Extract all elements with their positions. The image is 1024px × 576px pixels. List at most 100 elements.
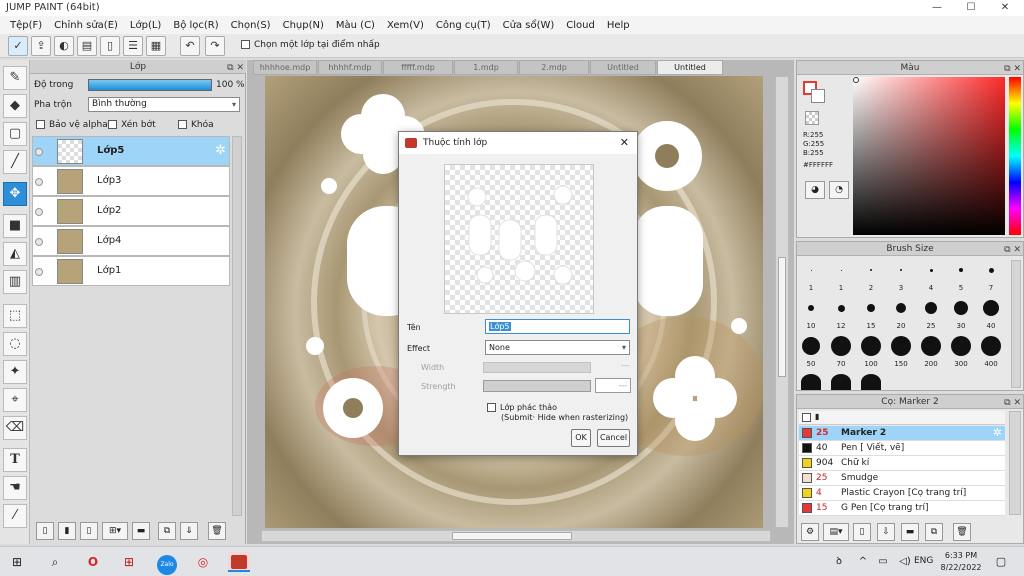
brush-size-dot[interactable] (951, 336, 971, 356)
eraser-tool-icon[interactable]: ◆ (3, 94, 27, 118)
speech-bubble-icon[interactable]: ◐ (54, 36, 74, 56)
export-icon[interactable]: ⇪ (31, 36, 51, 56)
blend-mode-select[interactable]: Bình thường ▾ (88, 97, 240, 112)
fill-rect-tool-icon[interactable]: ■ (3, 214, 27, 238)
add-brush-menu-icon[interactable]: ▤▾ (823, 523, 849, 541)
doc-tab-active[interactable]: Untitled (657, 60, 723, 75)
panel-dock-icon[interactable]: ⧉ ✕ (227, 61, 244, 75)
brush-size-dot[interactable] (896, 303, 906, 313)
brush-size-dot[interactable] (983, 300, 999, 316)
visibility-icon[interactable] (35, 238, 43, 246)
chevron-up-icon[interactable]: ^ (852, 552, 874, 572)
volume-icon[interactable]: ◁) (894, 552, 916, 572)
doc-tab[interactable]: fffff.mdp (383, 60, 453, 75)
visibility-icon[interactable] (35, 208, 43, 216)
tool-preset-row[interactable]: 15 G Pen [Cọ trang trí] (799, 501, 1005, 516)
duplicate-brush-icon[interactable]: ⧉ (925, 523, 943, 541)
clipping-checkbox[interactable] (108, 120, 117, 129)
layer-name-field[interactable]: Lớp5 (485, 319, 630, 334)
visibility-icon[interactable] (35, 148, 43, 156)
lock-option[interactable]: Khóa (178, 120, 214, 130)
opera-gx-icon[interactable]: ◎ (192, 552, 214, 572)
add-layer-menu-icon[interactable]: ⊞▾ (102, 522, 128, 540)
gear-icon[interactable]: ✲ (215, 143, 226, 158)
notification-icon[interactable]: ▢ (990, 552, 1012, 572)
lasso-tool-icon[interactable]: ◌ (3, 332, 27, 356)
gear-icon[interactable]: ✲ (993, 426, 1002, 440)
visibility-icon[interactable] (35, 268, 43, 276)
transparent-color-swatch[interactable] (805, 111, 819, 125)
eyedropper-tool-icon[interactable]: ⁄ (3, 504, 27, 528)
menu-capture[interactable]: Chụp(N) (277, 20, 330, 31)
tool-preset-row[interactable]: 4 Plastic Crayon [Cọ trang trí] (799, 486, 1005, 501)
strength-field[interactable]: --- (595, 378, 631, 393)
brush-size-dot[interactable] (954, 301, 968, 315)
select-eraser-tool-icon[interactable]: ⌫ (3, 416, 27, 440)
opera-icon[interactable]: O (82, 552, 104, 572)
canvas-horizontal-scrollbar[interactable] (261, 530, 771, 542)
doc-tab[interactable]: hhhhoe.mdp (253, 60, 317, 75)
brush-size-dot[interactable] (861, 374, 881, 390)
minimize-button[interactable]: — (920, 0, 954, 16)
doc-tab[interactable]: 2.mdp (519, 60, 589, 75)
tool-preset-row[interactable]: 40 Pen [ Viết, vẽ] (799, 441, 1005, 456)
jump-paint-taskbar-icon[interactable] (228, 552, 250, 572)
brush-size-dot[interactable] (900, 269, 902, 271)
duplicate-layer-icon[interactable]: ⧉ (158, 522, 176, 540)
delete-brush-icon[interactable]: 🗑 (953, 523, 971, 541)
effect-select[interactable]: None ▾ (485, 340, 630, 355)
rect-select-tool-icon[interactable]: ⬚ (3, 304, 27, 328)
new-1bit-layer-icon[interactable]: ▯ (80, 522, 98, 540)
new-brush-icon[interactable]: ▯ (853, 523, 871, 541)
doc-tab[interactable]: hhhhf.mdp (318, 60, 382, 75)
trash-icon[interactable]: 🗑 (208, 522, 226, 540)
tool-preset-row[interactable]: 904 Chữ kí (799, 456, 1005, 471)
brush-size-dot[interactable] (929, 268, 933, 272)
windows-start-icon[interactable]: ⊞ (6, 552, 28, 572)
maximize-button[interactable]: ☐ (954, 0, 988, 16)
clock[interactable]: 6:33 PM 8/22/2022 (940, 550, 982, 574)
background-color-swatch[interactable] (811, 89, 825, 103)
palette-icon[interactable]: ◕ (805, 181, 825, 199)
new-layer-icon[interactable]: ▯ (36, 522, 54, 540)
draft-layer-checkbox[interactable] (487, 403, 496, 412)
gradient-tool-icon[interactable]: ▥ (3, 270, 27, 294)
brush-size-dot[interactable] (988, 267, 994, 273)
move-tool-icon[interactable]: ✥ (3, 182, 27, 206)
new-8bit-layer-icon[interactable]: ▮ (58, 522, 76, 540)
tool-header-checkbox[interactable] (802, 413, 811, 422)
brush-size-dot[interactable] (870, 269, 872, 271)
strength-slider[interactable] (483, 380, 591, 392)
select-pen-tool-icon[interactable]: ⌖ (3, 388, 27, 412)
brush-size-dot[interactable] (925, 302, 937, 314)
layer-row[interactable]: Lớp2 (32, 196, 230, 226)
brush-size-dot[interactable] (959, 268, 963, 272)
magic-wand-tool-icon[interactable]: ✦ (3, 360, 27, 384)
page-icon[interactable]: ▯ (100, 36, 120, 56)
palette-settings-icon[interactable]: ◔ (829, 181, 849, 199)
brush-size-dot[interactable] (840, 269, 842, 271)
menu-window[interactable]: Cửa sổ(W) (497, 20, 561, 31)
brush-size-dot[interactable] (861, 336, 881, 356)
brush-size-dot[interactable] (831, 336, 851, 356)
folder-icon[interactable]: ▬ (132, 522, 150, 540)
caption-icon[interactable]: ▤ (77, 36, 97, 56)
redo-icon[interactable]: ↷ (205, 36, 225, 56)
brush-size-dot[interactable] (921, 336, 941, 356)
check-icon[interactable]: ✓ (8, 36, 28, 56)
menu-select[interactable]: Chọn(S) (225, 20, 277, 31)
brush-size-dot[interactable] (837, 304, 845, 312)
draft-layer-option[interactable]: Lớp phác thảo (487, 403, 557, 412)
line-tool-icon[interactable]: ╱ (3, 150, 27, 174)
menu-edit[interactable]: Chỉnh sửa(E) (48, 20, 124, 31)
layer-row[interactable]: Lớp1 (32, 256, 230, 286)
layer-row[interactable]: Lớp4 (32, 226, 230, 256)
lock-checkbox[interactable] (178, 120, 187, 129)
saturation-value-picker[interactable] (853, 77, 1005, 235)
close-button[interactable]: ✕ (988, 0, 1022, 16)
select-layer-checkbox[interactable] (241, 40, 250, 49)
brush-scrollbar[interactable] (1011, 260, 1021, 388)
layer-row[interactable]: Lớp5 ✲ (32, 136, 230, 166)
protect-alpha-checkbox[interactable] (36, 120, 45, 129)
menu-filter[interactable]: Bộ lọc(R) (167, 20, 224, 31)
